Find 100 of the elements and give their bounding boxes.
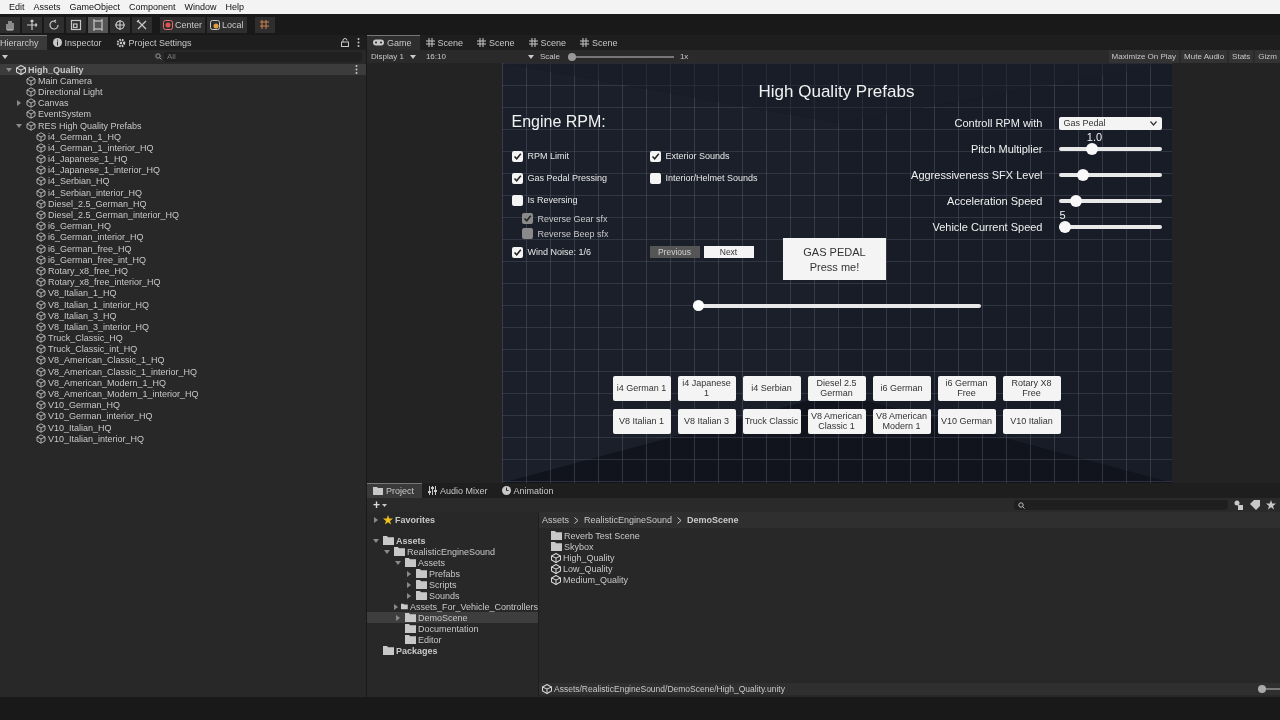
slider-thumb[interactable] [692, 300, 704, 311]
panel-tab[interactable]: Game [367, 35, 420, 50]
expand-arrow-icon[interactable] [16, 100, 22, 107]
hierarchy-item[interactable]: V10_German_interior_HQ [48, 411, 153, 422]
slider-thumb[interactable] [567, 52, 576, 61]
expand-arrow-icon[interactable] [6, 66, 12, 73]
hierarchy-item[interactable]: V8_Italian_3_HQ [48, 310, 117, 321]
folder-item[interactable]: Prefabs [429, 568, 461, 579]
hierarchy-item[interactable]: i4_Serbian_interior_HQ [48, 187, 143, 198]
checkbox[interactable] [521, 213, 533, 224]
engine-button[interactable]: V8 Italian 3 [677, 409, 736, 434]
folder-item[interactable]: Assets_For_Vehicle_Controllers [409, 601, 538, 612]
breadcrumb-item[interactable]: Assets [542, 515, 569, 525]
file-item[interactable]: High_Quality [563, 552, 615, 563]
pivot-button[interactable]: Local [207, 16, 247, 33]
panel-tab[interactable]: Hierarchy [0, 35, 47, 50]
engine-button[interactable]: i6 German Free [937, 376, 996, 401]
search-field[interactable]: All [164, 51, 362, 62]
folder-item[interactable]: Assets [396, 535, 426, 546]
display-dropdown[interactable]: Display 1 [371, 52, 416, 61]
checkbox[interactable] [511, 172, 523, 184]
panel-tab[interactable]: Audio Mixer [422, 483, 496, 498]
scene-header-bar[interactable]: High_Quality [0, 64, 366, 76]
hierarchy-item[interactable]: Truck_Classic_HQ [48, 333, 123, 344]
add-button[interactable]: + [371, 499, 389, 511]
aspect-dropdown[interactable]: 16:10 [425, 52, 522, 61]
engine-button[interactable]: Truck Classic [742, 409, 801, 434]
engine-button[interactable]: V10 German [937, 409, 996, 434]
panel-tab[interactable]: Project [367, 483, 422, 498]
expand-arrow-icon[interactable] [393, 603, 400, 610]
expand-arrow-icon[interactable] [406, 592, 412, 599]
slider-thumb[interactable] [1258, 685, 1266, 693]
hierarchy-item[interactable]: V10_Italian_HQ [48, 422, 112, 433]
expand-arrow-icon[interactable] [384, 548, 390, 555]
hierarchy-item[interactable]: EventSystem [38, 109, 92, 120]
engine-button[interactable]: i4 Serbian [742, 376, 801, 401]
file-item[interactable]: Skybox [564, 541, 594, 552]
hierarchy-item[interactable]: i4_Serbian_HQ [48, 176, 110, 187]
folder-item[interactable]: RealisticEngineSound [407, 546, 496, 557]
menu-item[interactable]: Window [184, 2, 217, 12]
checkbox[interactable] [521, 228, 533, 239]
search-field[interactable] [1014, 500, 1228, 510]
hierarchy-item[interactable]: V8_Italian_1_interior_HQ [48, 299, 150, 310]
menu-item[interactable]: Edit [9, 2, 25, 12]
expand-arrow-icon[interactable] [395, 614, 401, 621]
expand-arrow-icon[interactable] [406, 570, 412, 577]
hierarchy-item[interactable]: i4_German_1_interior_HQ [48, 142, 154, 153]
file-item[interactable]: Reverb Test Scene [564, 530, 640, 541]
engine-button[interactable]: i6 German [872, 376, 931, 401]
hierarchy-item[interactable]: Directional Light [38, 86, 103, 97]
expand-arrow-icon[interactable] [16, 122, 22, 129]
hierarchy-item[interactable]: Rotary_x8_free_HQ [48, 265, 129, 276]
panel-tab[interactable]: Scene [471, 35, 523, 50]
caret-icon[interactable] [527, 54, 534, 59]
toggle-button[interactable]: Mute Audio [1181, 50, 1228, 63]
hierarchy-item[interactable]: i6_German_free_int_HQ [48, 254, 147, 265]
hierarchy-item[interactable]: V10_German_HQ [48, 400, 121, 411]
breadcrumb-item[interactable]: DemoScene [687, 515, 739, 525]
checkbox[interactable] [649, 150, 661, 162]
expand-arrow-icon[interactable] [373, 537, 379, 544]
star-icon[interactable] [1266, 500, 1276, 510]
engine-button[interactable]: V8 American Classic 1 [807, 409, 866, 434]
tool-button[interactable] [88, 16, 108, 33]
panel-tab[interactable]: Project Settings [109, 35, 200, 50]
next-button[interactable]: Next [703, 246, 754, 258]
expand-arrow-icon[interactable] [395, 559, 401, 566]
expand-arrow-icon[interactable] [373, 516, 379, 523]
engine-button[interactable]: Diesel 2.5 German [807, 376, 866, 401]
panel-tab[interactable]: Scene [522, 35, 575, 50]
hierarchy-item[interactable]: Canvas [38, 98, 69, 109]
panel-tab[interactable]: Scene [419, 35, 472, 50]
folder-item[interactable]: Packages [396, 645, 438, 656]
folder-item[interactable]: Scripts [429, 579, 457, 590]
engine-button[interactable]: Rotary X8 Free [1002, 376, 1061, 401]
toggle-button[interactable]: Stats [1229, 50, 1254, 63]
hierarchy-item[interactable]: High_Quality [28, 64, 84, 75]
hierarchy-item[interactable]: i6_German_interior_HQ [48, 232, 144, 243]
more-icon[interactable] [357, 38, 360, 47]
hierarchy-item[interactable]: Truck_Classic_int_HQ [48, 344, 138, 355]
hierarchy-item[interactable]: RES High Quality Prefabs [38, 120, 142, 131]
tool-button[interactable] [132, 16, 152, 33]
tool-button[interactable] [22, 16, 42, 33]
hierarchy-item[interactable]: Diesel_2.5_German_HQ [48, 198, 147, 209]
tool-button[interactable] [44, 16, 64, 33]
menu-item[interactable]: Help [225, 2, 245, 12]
hierarchy-item[interactable]: V10_Italian_interior_HQ [48, 433, 145, 444]
file-item[interactable]: Low_Quality [563, 563, 613, 574]
file-item[interactable]: Medium_Quality [563, 574, 629, 585]
caret-icon[interactable] [2, 54, 8, 59]
checkbox[interactable] [511, 194, 523, 206]
engine-button[interactable]: V8 Italian 1 [612, 409, 671, 434]
toggle-button[interactable]: Maximize On Play [1108, 50, 1180, 63]
panel-tab[interactable]: Scene [574, 35, 626, 50]
hierarchy-item[interactable]: i6_German_HQ [48, 221, 112, 232]
menu-item[interactable]: GameObject [69, 2, 121, 12]
lock-icon[interactable] [341, 38, 349, 47]
hierarchy-item[interactable]: V8_American_Classic_1_HQ [48, 355, 165, 366]
checkbox[interactable] [511, 150, 523, 162]
more-icon[interactable] [355, 65, 358, 75]
hierarchy-item[interactable]: V8_American_Classic_1_interior_HQ [48, 366, 198, 377]
